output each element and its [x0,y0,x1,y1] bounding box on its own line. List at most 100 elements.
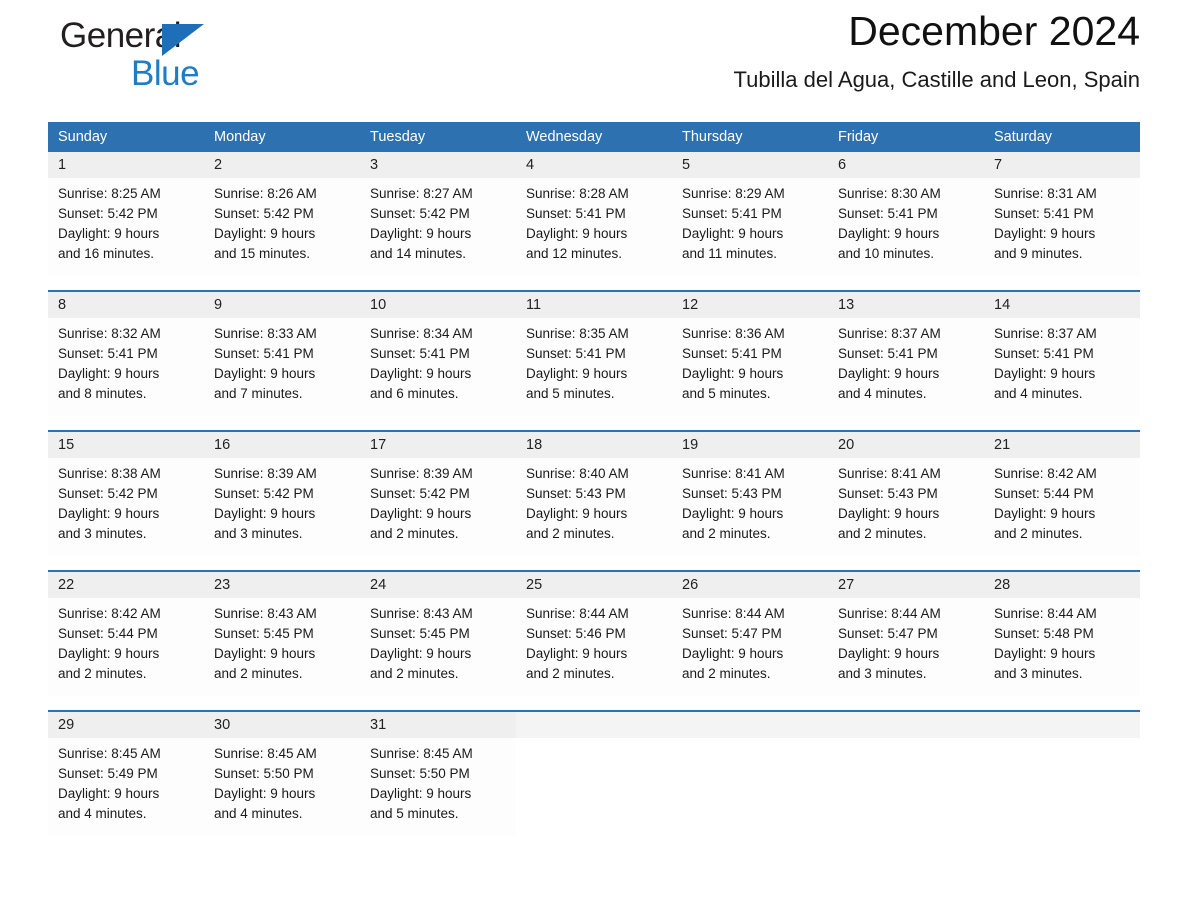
daylight-text-line2: and 4 minutes. [58,806,147,821]
weekday-header-friday: Friday [828,122,984,152]
daylight-text-line1: Daylight: 9 hours [58,366,160,381]
daylight-text-line1: Daylight: 9 hours [58,786,160,801]
day-details-15: Sunrise: 8:38 AM Sunset: 5:42 PM Dayligh… [48,458,204,556]
title-block: December 2024 Tubilla del Agua, Castille… [360,8,1140,94]
day-cell-29[interactable]: 29 [48,712,204,738]
daylight-text-line1: Daylight: 9 hours [370,366,472,381]
sunrise-text: Sunrise: 8:36 AM [682,326,785,341]
day-cell-31[interactable]: 31 [360,712,516,738]
sunset-text: Sunset: 5:41 PM [214,346,314,361]
generalblue-logo[interactable]: General Blue [60,18,260,96]
sunrise-text: Sunrise: 8:39 AM [214,466,317,481]
day-cell-4[interactable]: 4 [516,152,672,178]
day-cell-14[interactable]: 14 [984,292,1140,318]
sunset-text: Sunset: 5:50 PM [214,766,314,781]
day-cell-11[interactable]: 11 [516,292,672,318]
daylight-text-line2: and 3 minutes. [994,666,1083,681]
day-details-8: Sunrise: 8:32 AM Sunset: 5:41 PM Dayligh… [48,318,204,416]
sunset-text: Sunset: 5:48 PM [994,626,1094,641]
daylight-text-line1: Daylight: 9 hours [58,506,160,521]
sunset-text: Sunset: 5:47 PM [682,626,782,641]
day-cell-24[interactable]: 24 [360,572,516,598]
sunrise-text: Sunrise: 8:44 AM [526,606,629,621]
day-cell-23[interactable]: 23 [204,572,360,598]
day-cell-1[interactable]: 1 [48,152,204,178]
daylight-text-line2: and 2 minutes. [682,666,771,681]
day-cell-9[interactable]: 9 [204,292,360,318]
day-cell-8[interactable]: 8 [48,292,204,318]
day-cell-16[interactable]: 16 [204,432,360,458]
day-details-29: Sunrise: 8:45 AM Sunset: 5:49 PM Dayligh… [48,738,204,836]
day-details-30: Sunrise: 8:45 AM Sunset: 5:50 PM Dayligh… [204,738,360,836]
sunrise-text: Sunrise: 8:27 AM [370,186,473,201]
day-cell-20[interactable]: 20 [828,432,984,458]
weekday-header-tuesday: Tuesday [360,122,516,152]
day-cell-7[interactable]: 7 [984,152,1140,178]
day-details-2: Sunrise: 8:26 AM Sunset: 5:42 PM Dayligh… [204,178,360,276]
daylight-text-line2: and 4 minutes. [214,806,303,821]
sunrise-text: Sunrise: 8:44 AM [994,606,1097,621]
day-cell-15[interactable]: 15 [48,432,204,458]
daylight-text-line2: and 12 minutes. [526,246,623,261]
daylight-text-line2: and 3 minutes. [58,526,147,541]
daylight-text-line2: and 6 minutes. [370,386,459,401]
day-cell-18[interactable]: 18 [516,432,672,458]
sunset-text: Sunset: 5:44 PM [994,486,1094,501]
sunset-text: Sunset: 5:41 PM [682,206,782,221]
day-cell-19[interactable]: 19 [672,432,828,458]
day-cell-28[interactable]: 28 [984,572,1140,598]
week-1-daynumbers: 1 2 3 4 5 6 7 [48,152,1140,178]
day-cell-21[interactable]: 21 [984,432,1140,458]
daylight-text-line2: and 15 minutes. [214,246,311,261]
page-header: General Blue December 2024 Tubilla del A… [48,0,1140,110]
day-cell-5[interactable]: 5 [672,152,828,178]
daylight-text-line1: Daylight: 9 hours [994,226,1096,241]
day-cell-13[interactable]: 13 [828,292,984,318]
day-cell-2[interactable]: 2 [204,152,360,178]
day-details-empty-3 [828,738,984,836]
daylight-text-line1: Daylight: 9 hours [682,366,784,381]
daylight-text-line1: Daylight: 9 hours [994,366,1096,381]
day-cell-6[interactable]: 6 [828,152,984,178]
day-cell-27[interactable]: 27 [828,572,984,598]
daylight-text-line1: Daylight: 9 hours [994,646,1096,661]
sunrise-text: Sunrise: 8:37 AM [994,326,1097,341]
calendar-page: General Blue December 2024 Tubilla del A… [0,0,1188,918]
sunset-text: Sunset: 5:41 PM [994,206,1094,221]
week-4-details: Sunrise: 8:42 AM Sunset: 5:44 PM Dayligh… [48,598,1140,696]
week-2-details: Sunrise: 8:32 AM Sunset: 5:41 PM Dayligh… [48,318,1140,416]
day-details-empty-4 [984,738,1140,836]
page-subtitle: Tubilla del Agua, Castille and Leon, Spa… [733,67,1140,93]
day-details-empty-2 [672,738,828,836]
weekday-header-monday: Monday [204,122,360,152]
sunset-text: Sunset: 5:44 PM [58,626,158,641]
day-cell-22[interactable]: 22 [48,572,204,598]
sunset-text: Sunset: 5:46 PM [526,626,626,641]
sunset-text: Sunset: 5:42 PM [58,486,158,501]
daylight-text-line2: and 2 minutes. [994,526,1083,541]
sunrise-text: Sunrise: 8:43 AM [370,606,473,621]
day-cell-30[interactable]: 30 [204,712,360,738]
day-cell-3[interactable]: 3 [360,152,516,178]
day-cell-10[interactable]: 10 [360,292,516,318]
day-details-1: Sunrise: 8:25 AM Sunset: 5:42 PM Dayligh… [48,178,204,276]
day-cell-12[interactable]: 12 [672,292,828,318]
daylight-text-line1: Daylight: 9 hours [214,366,316,381]
day-cell-25[interactable]: 25 [516,572,672,598]
day-details-22: Sunrise: 8:42 AM Sunset: 5:44 PM Dayligh… [48,598,204,696]
daylight-text-line1: Daylight: 9 hours [370,226,472,241]
sunset-text: Sunset: 5:45 PM [370,626,470,641]
sunset-text: Sunset: 5:41 PM [58,346,158,361]
sunset-text: Sunset: 5:41 PM [838,346,938,361]
day-cell-26[interactable]: 26 [672,572,828,598]
day-cell-empty-4 [984,712,1140,738]
daylight-text-line2: and 5 minutes. [526,386,615,401]
sunrise-text: Sunrise: 8:42 AM [58,606,161,621]
sunrise-text: Sunrise: 8:42 AM [994,466,1097,481]
daylight-text-line1: Daylight: 9 hours [370,786,472,801]
daylight-text-line2: and 2 minutes. [370,526,459,541]
sunrise-text: Sunrise: 8:41 AM [682,466,785,481]
daylight-text-line1: Daylight: 9 hours [838,366,940,381]
day-cell-17[interactable]: 17 [360,432,516,458]
calendar-body: 1 2 3 4 5 6 7 Sunrise: 8:25 AM Sunset: 5… [48,152,1140,836]
